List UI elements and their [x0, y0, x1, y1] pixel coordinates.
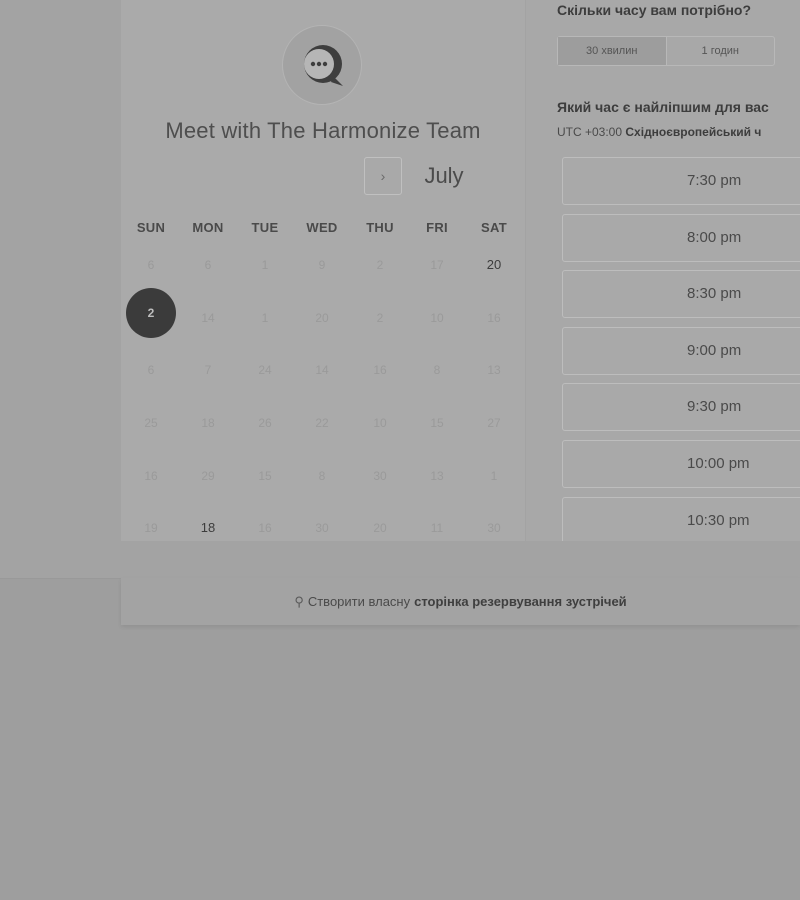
next-month-button[interactable]: ›: [364, 157, 402, 195]
date-cell[interactable]: 7: [183, 345, 233, 395]
footer-text: Створити власну: [307, 594, 411, 609]
date-cell[interactable]: 13: [412, 451, 462, 501]
date-cell[interactable]: 29: [183, 451, 233, 501]
time-question: Який час є найліпшим для вас: [557, 99, 769, 115]
meeting-title: Meet with The Harmonize Team: [165, 118, 481, 143]
date-cell[interactable]: 30: [355, 451, 405, 501]
weekday-wed: WED: [306, 220, 338, 235]
date-cell[interactable]: 6: [126, 240, 176, 290]
date-cell[interactable]: 30: [469, 503, 519, 541]
weekday-sat: SAT: [481, 220, 507, 235]
weekday-mon: MON: [192, 220, 224, 235]
date-cell[interactable]: 8: [297, 451, 347, 501]
date-cell[interactable]: 13: [469, 345, 519, 395]
date-cell[interactable]: 20: [469, 240, 519, 290]
date-cell[interactable]: 24: [240, 345, 290, 395]
main-card: Meet with The Harmonize Team ‹ July › SU…: [0, 0, 800, 541]
weekday-sun: SUN: [136, 220, 166, 235]
date-cell[interactable]: 10: [412, 293, 462, 343]
duration-option-1hour[interactable]: 1 годин: [667, 37, 775, 65]
date-cell[interactable]: 26: [240, 398, 290, 448]
date-cell[interactable]: 10: [355, 398, 405, 448]
date-cell[interactable]: 20: [297, 293, 347, 343]
time-slot-label: 8:30 pm: [687, 285, 742, 303]
time-slot-label: 10:30 pm: [687, 511, 750, 529]
chevron-right-icon: ›: [380, 168, 386, 184]
date-cell[interactable]: 25: [126, 398, 176, 448]
date-cell[interactable]: 19: [126, 503, 176, 541]
date-cell[interactable]: 14: [297, 345, 347, 395]
date-cell[interactable]: 2: [355, 293, 405, 343]
date-cell[interactable]: 1: [469, 451, 519, 501]
chat-bubble-icon: [304, 45, 343, 86]
month-navigation: ‹ July: [121, 156, 525, 196]
duration-selector: 30 хвилин 1 годин: [557, 36, 775, 66]
time-slot-label: 7:30 pm: [687, 172, 742, 189]
timezone-name: Східноєвропейський ч: [625, 125, 762, 139]
weekday-header: SUN MON TUE WED THU FRI SAT: [121, 220, 525, 240]
time-slot-button[interactable]: 8:30 pm: [562, 270, 800, 319]
date-cell[interactable]: 11: [412, 503, 462, 541]
date-cell[interactable]: 1: [240, 240, 290, 290]
date-cell[interactable]: 6: [183, 240, 233, 290]
date-cell[interactable]: 30: [297, 503, 347, 541]
time-slot-button[interactable]: 7:30 pm: [562, 157, 800, 205]
date-cell[interactable]: 16: [240, 503, 290, 541]
date-cell[interactable]: 1: [240, 293, 290, 343]
weekday-tue: TUE: [251, 220, 279, 235]
duration-option-30min[interactable]: 30 хвилин: [558, 37, 667, 65]
timezone-label[interactable]: UTC +03:00 Східноєвропейський ч: [557, 125, 761, 139]
duration-question: Скільки часу вам потрібно?: [557, 2, 752, 18]
footer-bar: ⚲ Створити власну сторінка резервування …: [121, 578, 800, 625]
date-cell[interactable]: 16: [126, 451, 176, 501]
date-cell[interactable]: 2: [355, 240, 405, 290]
date-cell[interactable]: 18: [183, 503, 233, 541]
weekday-fri: FRI: [426, 220, 448, 235]
date-cell[interactable]: 18: [183, 398, 233, 448]
date-cell[interactable]: 9: [297, 240, 347, 290]
weekday-thu: THU: [366, 220, 394, 235]
date-cell[interactable]: 15: [240, 451, 290, 501]
timezone-offset: UTC +03:00: [557, 125, 623, 139]
time-slot-button[interactable]: 9:00 pm: [562, 326, 800, 375]
date-cell[interactable]: 15: [412, 398, 462, 448]
time-slot-label: 10:00 pm: [687, 455, 750, 472]
date-cell[interactable]: 14: [183, 293, 233, 343]
date-cell[interactable]: 20: [355, 503, 405, 541]
company-logo: [282, 25, 362, 105]
date-cell[interactable]: 22: [297, 398, 347, 448]
time-slot-button[interactable]: 10:30 pm: [562, 496, 800, 541]
date-cell[interactable]: 16: [355, 345, 405, 395]
time-slot-button[interactable]: 8:00 pm: [562, 213, 800, 262]
time-slot-label: 8:00 pm: [687, 228, 742, 246]
selected-date-cell[interactable]: 2: [126, 288, 176, 338]
month-label: July: [424, 163, 464, 188]
hubspot-sprocket-icon: ⚲: [294, 593, 304, 609]
time-slot-label: 9:30 pm: [687, 398, 742, 416]
time-slot-button[interactable]: 10:00 pm: [562, 440, 800, 488]
time-slot-button[interactable]: 9:30 pm: [562, 383, 800, 432]
date-cell[interactable]: 8: [412, 345, 462, 395]
date-cell[interactable]: 16: [469, 293, 519, 343]
footer-link[interactable]: сторінка резервування зустрічей: [414, 594, 627, 609]
date-cell[interactable]: 17: [412, 240, 462, 290]
date-cell[interactable]: 27: [469, 398, 519, 448]
time-slot-label: 9:00 pm: [687, 341, 742, 359]
date-cell[interactable]: 6: [126, 345, 176, 395]
